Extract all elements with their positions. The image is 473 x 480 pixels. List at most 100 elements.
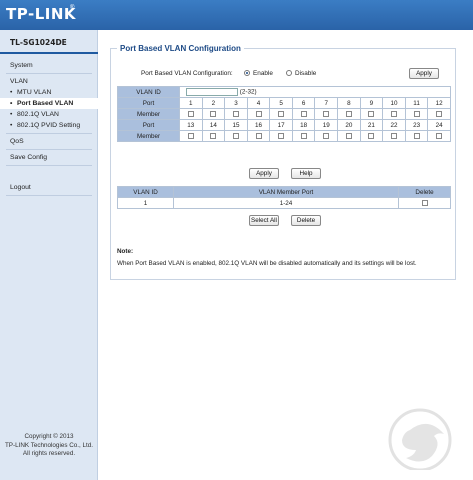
member-checkbox[interactable]: [210, 132, 217, 139]
sidebar-item-label: Logout: [10, 184, 31, 191]
table-row: 1 1-24: [117, 197, 451, 209]
panel-title: Port Based VLAN Configuration: [117, 44, 244, 53]
port-number: 22: [382, 119, 406, 131]
port-number: 3: [224, 97, 248, 109]
member-checkbox[interactable]: [278, 110, 285, 117]
port-number: 13: [179, 119, 203, 131]
bullet-icon: •: [10, 100, 13, 107]
member-checkbox[interactable]: [368, 132, 375, 139]
sidebar-nav: System VLAN • MTU VLAN • Port Based VLAN •…: [0, 60, 98, 198]
copyright-footer: Copyright © 2013 TP-LINK Technologies Co…: [0, 433, 98, 459]
member-checkbox[interactable]: [187, 132, 194, 139]
config-label: Port Based VLAN Configuration:: [141, 70, 233, 77]
sidebar-item-system[interactable]: System: [0, 60, 98, 71]
member-checkbox[interactable]: [300, 132, 307, 139]
member-checkbox[interactable]: [436, 110, 443, 117]
apply-button[interactable]: Apply: [249, 168, 279, 179]
sidebar-separator: [6, 149, 92, 150]
vlan-id-label: VLAN ID: [117, 86, 180, 98]
watermark-logo-icon: [388, 408, 452, 470]
help-button[interactable]: Help: [291, 168, 321, 179]
enable-label: Enable: [253, 70, 273, 77]
sidebar-item-vlan[interactable]: VLAN: [0, 76, 98, 87]
port-label: Port: [117, 119, 180, 131]
config-apply-button[interactable]: Apply: [409, 68, 439, 79]
member-checkbox[interactable]: [413, 132, 420, 139]
member-row-1: Member: [117, 108, 451, 120]
member-checkbox[interactable]: [300, 110, 307, 117]
member-checkbox[interactable]: [255, 132, 262, 139]
member-checkbox[interactable]: [232, 110, 239, 117]
copyright-line: Copyright © 2013: [24, 433, 74, 440]
vlan-id-input[interactable]: [186, 88, 238, 96]
member-row-2: Member: [117, 130, 451, 142]
port-number: 20: [337, 119, 361, 131]
member-checkbox[interactable]: [345, 132, 352, 139]
member-checkbox[interactable]: [323, 110, 330, 117]
port-number: 14: [201, 119, 226, 131]
disable-radio[interactable]: [286, 70, 292, 76]
port-number: 23: [404, 119, 429, 131]
note-section: Note: When Port Based VLAN is enabled, 8…: [117, 248, 417, 267]
member-checkbox[interactable]: [232, 132, 239, 139]
sidebar-item-label: QoS: [10, 138, 24, 145]
enable-radio[interactable]: [244, 70, 250, 76]
delete-checkbox[interactable]: [421, 199, 428, 206]
rights-line: All rights reserved.: [22, 450, 76, 457]
port-number: 7: [314, 97, 339, 109]
member-checkbox[interactable]: [255, 110, 262, 117]
sidebar-item-label: 802.1Q PVID Setting: [17, 122, 81, 129]
member-checkbox[interactable]: [345, 110, 352, 117]
member-checkbox[interactable]: [390, 110, 397, 117]
sidebar-item-save-config[interactable]: Save Config: [0, 152, 98, 163]
col-vlan-id: VLAN ID: [117, 186, 174, 198]
sidebar-item-mtu-vlan[interactable]: • MTU VLAN: [0, 87, 98, 98]
sidebar-item-8021q-pvid[interactable]: • 802.1Q PVID Setting: [0, 120, 98, 131]
col-member-port: VLAN Member Port: [173, 186, 399, 198]
sidebar-item-label: VLAN: [10, 78, 28, 85]
member-checkbox[interactable]: [436, 132, 443, 139]
member-checkbox[interactable]: [413, 110, 420, 117]
sidebar-separator: [6, 73, 92, 74]
sidebar-item-label: MTU VLAN: [17, 89, 52, 96]
disable-label: Disable: [295, 70, 317, 77]
row-vlan-id: 1: [117, 197, 174, 209]
port-number: 9: [359, 97, 384, 109]
bullet-icon: •: [10, 89, 13, 96]
delete-button[interactable]: Delete: [291, 215, 321, 226]
top-banner: TP-LINK ®: [0, 0, 473, 30]
sidebar-item-logout[interactable]: Logout: [0, 182, 98, 193]
sidebar-item-8021q-vlan[interactable]: • 802.1Q VLAN: [0, 109, 98, 120]
member-checkbox[interactable]: [390, 132, 397, 139]
port-row-2: Port 13 14 15 16 17 18 19 20 21 22 23 24: [117, 119, 451, 131]
member-label: Member: [117, 108, 180, 120]
member-checkbox[interactable]: [187, 110, 194, 117]
sidebar-item-label: Save Config: [10, 154, 48, 161]
port-number: 19: [314, 119, 339, 131]
note-text: When Port Based VLAN is enabled, 802.1Q …: [117, 260, 417, 267]
select-all-button[interactable]: Select All: [249, 215, 279, 226]
member-checkbox[interactable]: [368, 110, 375, 117]
vlan-id-cell: (2-32): [179, 86, 451, 98]
port-number: 5: [269, 97, 293, 109]
port-label: Port: [117, 97, 180, 109]
sidebar-item-port-based-vlan[interactable]: • Port Based VLAN: [0, 98, 98, 109]
sidebar-item-qos[interactable]: QoS: [0, 136, 98, 147]
port-number: 21: [359, 119, 384, 131]
port-number: 1: [179, 97, 203, 109]
member-label: Member: [117, 130, 180, 142]
member-checkbox[interactable]: [278, 132, 285, 139]
sidebar-separator: [6, 195, 92, 196]
registered-mark: ®: [70, 5, 75, 11]
sidebar-separator: [6, 133, 92, 134]
note-title: Note:: [117, 248, 134, 255]
sidebar-divider: [0, 52, 98, 54]
vlan-list-header: VLAN ID VLAN Member Port Delete: [117, 186, 451, 198]
member-checkbox[interactable]: [210, 110, 217, 117]
bullet-icon: •: [10, 111, 13, 118]
member-checkbox[interactable]: [323, 132, 330, 139]
vlan-list-table: VLAN ID VLAN Member Port Delete 1 1-24: [117, 186, 451, 209]
main-content: Port Based VLAN Configuration Port Based…: [98, 30, 473, 480]
company-line: TP-LINK Technologies Co., Ltd.: [4, 441, 94, 449]
vlan-id-range: (2-32): [239, 88, 257, 96]
